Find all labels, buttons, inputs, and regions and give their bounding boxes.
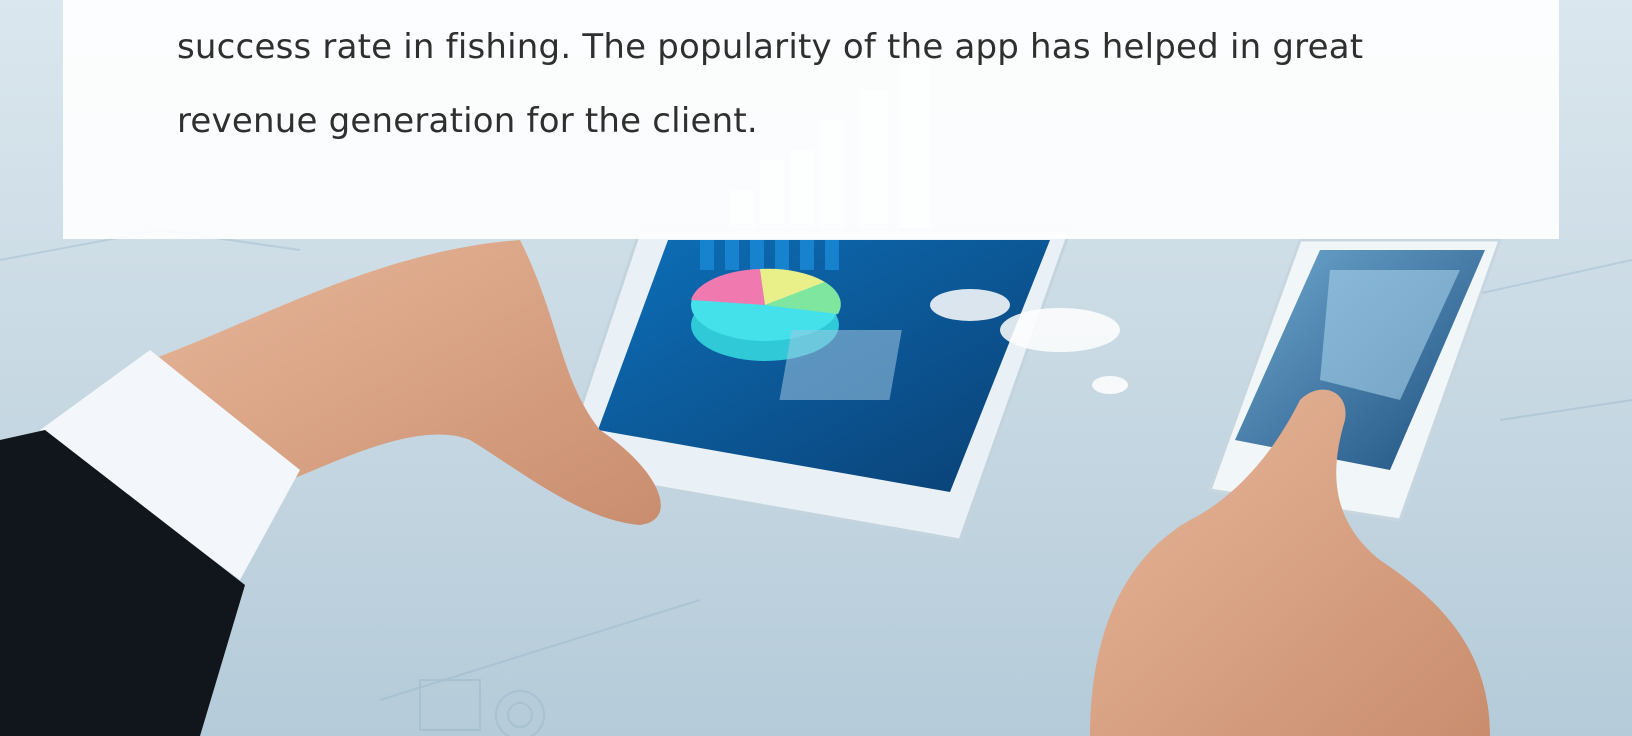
case-study-description: success rate in fishing. The popularity … [177,27,1364,141]
hero-section: success rate in fishing. The popularity … [0,0,1632,736]
case-study-text-card: success rate in fishing. The popularity … [63,0,1559,239]
